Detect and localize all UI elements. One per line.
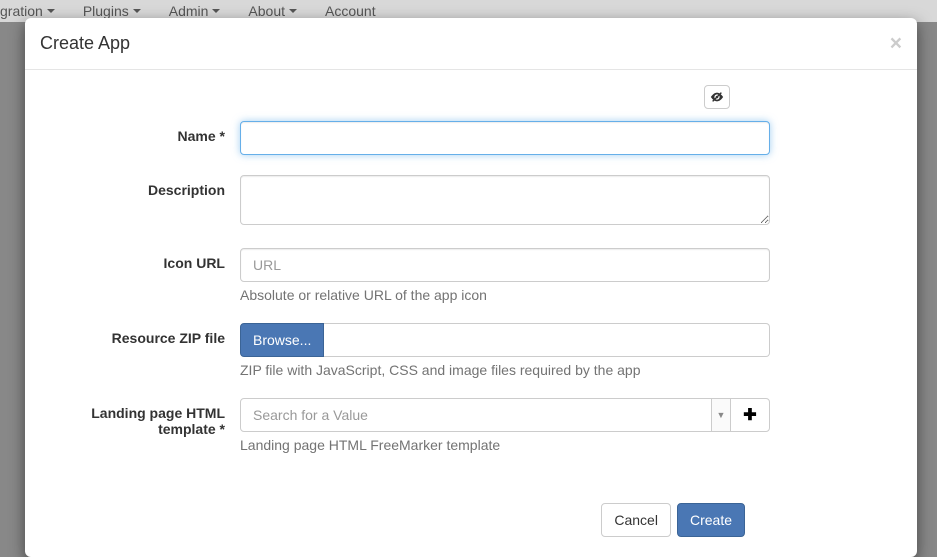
nav-item-gration[interactable]: gration xyxy=(0,3,55,19)
caret-down-icon xyxy=(289,9,297,13)
caret-down-icon xyxy=(47,9,55,13)
resource-zip-help: ZIP file with JavaScript, CSS and image … xyxy=(240,362,770,378)
close-button[interactable]: × xyxy=(890,33,902,54)
modal-body: Name * Description Icon URL Absolute or … xyxy=(25,70,917,488)
landing-page-label: Landing page HTML template * xyxy=(40,398,240,453)
nav-item-admin[interactable]: Admin xyxy=(169,3,221,19)
select-caret[interactable]: ▼ xyxy=(711,398,731,432)
add-template-button[interactable]: ✚ xyxy=(730,398,770,432)
select-placeholder: Search for a Value xyxy=(253,407,368,423)
name-input[interactable] xyxy=(240,121,770,155)
visibility-toggle-button[interactable] xyxy=(704,85,730,109)
name-label: Name * xyxy=(40,121,240,155)
file-display xyxy=(324,323,770,357)
icon-url-help: Absolute or relative URL of the app icon xyxy=(240,287,770,303)
eye-icon xyxy=(710,90,724,104)
create-app-modal: Create App × Name * Description Icon URL xyxy=(25,18,917,557)
landing-page-help: Landing page HTML FreeMarker template xyxy=(240,437,770,453)
close-icon: × xyxy=(890,32,902,55)
nav-item-account[interactable]: Account xyxy=(325,3,376,19)
create-button[interactable]: Create xyxy=(677,503,745,537)
plus-icon: ✚ xyxy=(743,405,756,425)
resource-zip-label: Resource ZIP file xyxy=(40,323,240,378)
icon-url-input[interactable] xyxy=(240,248,770,282)
description-textarea[interactable] xyxy=(240,175,770,225)
nav-item-about[interactable]: About xyxy=(248,3,297,19)
modal-title: Create App xyxy=(40,33,130,54)
description-label: Description xyxy=(40,175,240,228)
landing-page-select[interactable]: Search for a Value xyxy=(240,398,712,432)
cancel-button[interactable]: Cancel xyxy=(601,503,671,537)
browse-button[interactable]: Browse... xyxy=(240,323,324,357)
caret-down-icon xyxy=(133,9,141,13)
modal-footer: Cancel Create xyxy=(25,488,917,557)
nav-item-plugins[interactable]: Plugins xyxy=(83,3,141,19)
caret-down-icon xyxy=(212,9,220,13)
icon-url-label: Icon URL xyxy=(40,248,240,303)
chevron-down-icon: ▼ xyxy=(717,410,726,420)
modal-header: Create App × xyxy=(25,18,917,70)
